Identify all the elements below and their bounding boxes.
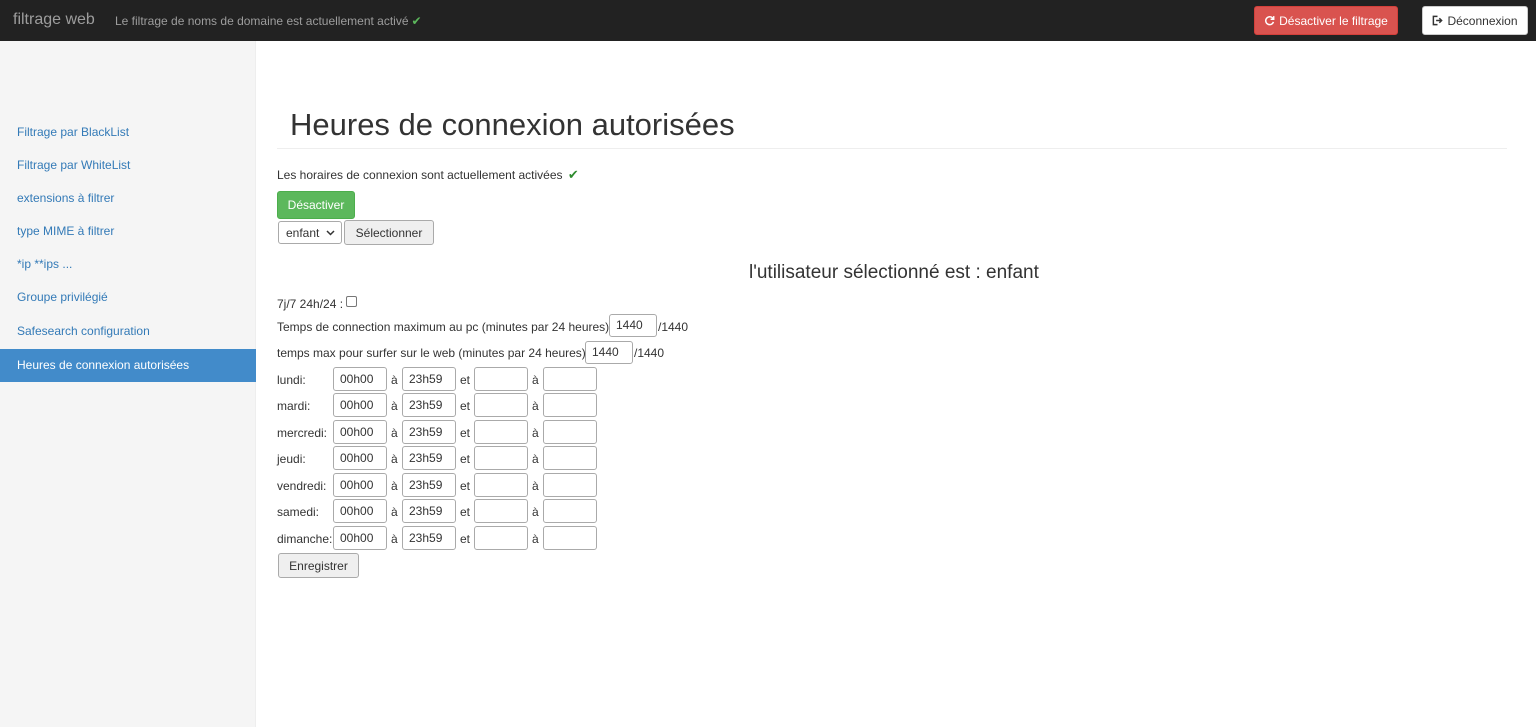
filter-status-text: Le filtrage de noms de domaine est actue… — [115, 14, 409, 28]
disable-filter-button[interactable]: Désactiver le filtrage — [1254, 6, 1398, 35]
to-separator: à — [391, 426, 398, 440]
max-web-time-suffix: /1440 — [634, 346, 665, 360]
end-time-1-input[interactable]: 23h59 — [402, 393, 456, 417]
to-separator: à — [532, 505, 539, 519]
sidebar-item-blacklist[interactable]: Filtrage par BlackList — [0, 116, 256, 149]
max-web-time-label: temps max pour surfer sur le web (minute… — [277, 346, 586, 360]
start-time-1-input[interactable]: 00h00 — [333, 393, 387, 417]
top-navbar: filtrage web Le filtrage de noms de doma… — [0, 0, 1536, 41]
max-pc-time-input[interactable]: 1440 — [609, 314, 657, 337]
to-separator: à — [391, 532, 398, 546]
sidebar-item-mime-types[interactable]: type MIME à filtrer — [0, 215, 256, 248]
sidebar: Filtrage par BlackList Filtrage par Whit… — [0, 41, 256, 727]
max-web-time-input[interactable]: 1440 — [585, 341, 633, 364]
to-separator: à — [532, 479, 539, 493]
day-label: mercredi: — [277, 426, 328, 440]
end-time-2-input[interactable] — [543, 446, 597, 470]
end-time-1-input[interactable]: 23h59 — [402, 499, 456, 523]
page-title: Heures de connexion autorisées — [290, 107, 735, 142]
check-icon: ✔ — [411, 14, 422, 28]
start-time-1-input[interactable]: 00h00 — [333, 499, 387, 523]
end-time-2-input[interactable] — [543, 393, 597, 417]
start-time-1-input[interactable]: 00h00 — [333, 446, 387, 470]
chevron-down-icon — [326, 229, 335, 236]
user-select[interactable]: enfant — [278, 221, 342, 244]
end-time-1-input[interactable]: 23h59 — [402, 473, 456, 497]
brand-title[interactable]: filtrage web — [13, 11, 95, 29]
and-separator: et — [460, 452, 471, 466]
check-icon: ✔ — [567, 167, 579, 182]
to-separator: à — [532, 532, 539, 546]
schedule-status: Les horaires de connexion sont actuellem… — [277, 167, 579, 183]
schedule-status-text: Les horaires de connexion sont actuellem… — [277, 168, 563, 182]
end-time-1-input[interactable]: 23h59 — [402, 367, 456, 391]
logout-label: Déconnexion — [1447, 13, 1518, 28]
start-time-2-input[interactable] — [474, 367, 528, 391]
save-button[interactable]: Enregistrer — [278, 553, 359, 578]
max-pc-time-label: Temps de connection maximum au pc (minut… — [277, 320, 610, 334]
end-time-2-input[interactable] — [543, 499, 597, 523]
start-time-1-input[interactable]: 00h00 — [333, 420, 387, 444]
sidebar-item-whitelist[interactable]: Filtrage par WhiteList — [0, 149, 256, 182]
end-time-1-input[interactable]: 23h59 — [402, 526, 456, 550]
start-time-2-input[interactable] — [474, 499, 528, 523]
refresh-icon — [1265, 16, 1275, 26]
to-separator: à — [391, 479, 398, 493]
to-separator: à — [532, 399, 539, 413]
start-time-1-input[interactable]: 00h00 — [333, 367, 387, 391]
start-time-2-input[interactable] — [474, 526, 528, 550]
sidebar-item-connection-hours[interactable]: Heures de connexion autorisées — [0, 349, 256, 382]
day-label: samedi: — [277, 505, 320, 519]
to-separator: à — [391, 505, 398, 519]
day-label: mardi: — [277, 399, 311, 413]
deactivate-button[interactable]: Désactiver — [277, 191, 355, 219]
sign-out-icon — [1433, 15, 1444, 26]
end-time-2-input[interactable] — [543, 473, 597, 497]
to-separator: à — [391, 452, 398, 466]
filter-status: Le filtrage de noms de domaine est actue… — [115, 14, 422, 28]
title-divider — [277, 148, 1507, 149]
start-time-2-input[interactable] — [474, 473, 528, 497]
end-time-2-input[interactable] — [543, 367, 597, 391]
end-time-2-input[interactable] — [543, 526, 597, 550]
and-separator: et — [460, 399, 471, 413]
to-separator: à — [532, 452, 539, 466]
end-time-1-input[interactable]: 23h59 — [402, 420, 456, 444]
select-user-button[interactable]: Sélectionner — [344, 220, 434, 245]
and-separator: et — [460, 532, 471, 546]
user-select-value: enfant — [286, 225, 320, 240]
selected-user-heading: l'utilisateur sélectionné est : enfant — [749, 262, 1039, 283]
to-separator: à — [391, 399, 398, 413]
day-label: dimanche: — [277, 532, 333, 546]
start-time-2-input[interactable] — [474, 393, 528, 417]
and-separator: et — [460, 505, 471, 519]
and-separator: et — [460, 373, 471, 387]
end-time-1-input[interactable]: 23h59 — [402, 446, 456, 470]
start-time-1-input[interactable]: 00h00 — [333, 526, 387, 550]
disable-filter-label: Désactiver le filtrage — [1279, 13, 1388, 28]
to-separator: à — [391, 373, 398, 387]
day-label: lundi: — [277, 373, 306, 387]
and-separator: et — [460, 426, 471, 440]
start-time-1-input[interactable]: 00h00 — [333, 473, 387, 497]
start-time-2-input[interactable] — [474, 446, 528, 470]
end-time-2-input[interactable] — [543, 420, 597, 444]
sidebar-item-safesearch[interactable]: Safesearch configuration — [0, 315, 256, 348]
always-allowed-label: 7j/7 24h/24 : — [277, 297, 344, 311]
and-separator: et — [460, 479, 471, 493]
max-pc-time-suffix: /1440 — [658, 320, 689, 334]
start-time-2-input[interactable] — [474, 420, 528, 444]
always-allowed-checkbox[interactable] — [346, 296, 357, 307]
to-separator: à — [532, 373, 539, 387]
sidebar-item-privileged-group[interactable]: Groupe privilégié — [0, 281, 256, 314]
day-label: vendredi: — [277, 479, 327, 493]
day-label: jeudi: — [277, 452, 306, 466]
logout-button[interactable]: Déconnexion — [1422, 6, 1528, 35]
sidebar-item-extensions[interactable]: extensions à filtrer — [0, 182, 256, 215]
sidebar-item-ips[interactable]: *ip **ips ... — [0, 248, 256, 281]
to-separator: à — [532, 426, 539, 440]
